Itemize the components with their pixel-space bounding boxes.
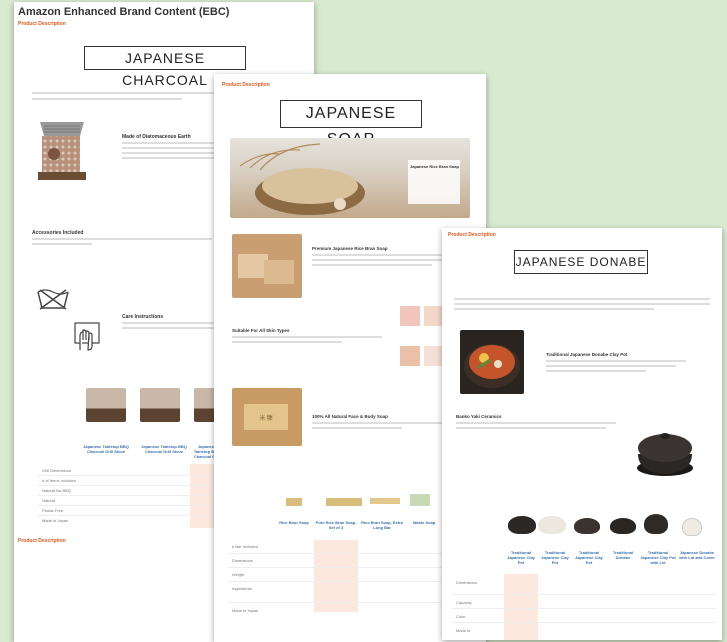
donabe-col-5: Traditional Japanese Clay Pot with Lid	[640, 550, 676, 565]
donabe-col-1: Traditional Japanese Clay Pot	[507, 550, 535, 565]
no-wash-icon	[36, 288, 70, 315]
charcoal-row-3: Natural No-BBQ	[42, 488, 71, 493]
charcoal-compare-image-2	[140, 388, 180, 422]
donabe-col-4: Traditional Donabe	[612, 550, 634, 560]
donabe-ebc-page: Product Description JAPANESE DONABE Trad…	[442, 228, 722, 640]
soap-bars-image	[232, 234, 302, 298]
soap-col-2: Pure Rice Bran Soap, Set of 3	[315, 520, 357, 530]
natural-soap-image: 米 糠	[232, 388, 302, 446]
charcoal-section-label: Product Description	[18, 21, 66, 27]
charcoal-row-4: Natural	[42, 498, 55, 503]
soap-feature1-title: Premium Japanese Rice Bran Soap	[312, 246, 388, 251]
charcoal-row-2: # of Items Included	[42, 478, 76, 483]
charcoal-title: JAPANESE CHARCOAL	[84, 46, 246, 88]
donabe-pot-image	[632, 424, 698, 483]
svg-text:米 糠: 米 糠	[259, 414, 273, 422]
donabe-title: JAPANESE DONABE	[514, 250, 648, 274]
charcoal-feature1-title: Made of Diatomaceous Earth	[122, 134, 191, 140]
soap-hero-caption: Japanese Rice Bran Soap	[410, 164, 459, 169]
soap-title: JAPANESE SOAP	[280, 100, 422, 148]
donabe-feature1-title: Traditional Japanese Donabe Clay Pot	[546, 352, 628, 357]
charcoal-row-5: Plastic Free	[42, 508, 64, 513]
soap-row-4: Ingredients	[232, 586, 252, 591]
charcoal-grill-image	[36, 114, 88, 184]
donabe-thumb-1	[508, 516, 536, 534]
donabe-row-3: Color	[456, 614, 466, 619]
donabe-feature2-title: Banko Yaki Ceramics	[456, 414, 502, 419]
charcoal-col-2: Japanese Tabletop BBQ Charcoal Grill Sto…	[141, 444, 187, 454]
donabe-thumb-6	[682, 518, 702, 536]
donabe-col-3: Traditional Japanese Clay Pot	[575, 550, 603, 565]
donabe-col-2: Traditional Japanese Clay Pot	[541, 550, 569, 565]
soap-row-3: Weight	[232, 572, 245, 577]
soap-row-5: Made in Japan	[232, 608, 259, 613]
soap-feature3-title: 100% All Natural Face & Body Soap	[312, 414, 388, 419]
donabe-thumb-5	[644, 514, 668, 534]
soap-row-2: Dimensions	[232, 558, 253, 563]
donabe-section-label: Product Description	[448, 232, 496, 238]
soap-row-1: # Bar Included	[232, 544, 258, 549]
charcoal-compare-image-1	[86, 388, 126, 422]
soap-section-label: Product Description	[222, 82, 270, 88]
charcoal-footer-label: Product Description	[18, 538, 66, 544]
donabe-row-2: Capacity	[456, 600, 472, 605]
rice-bran-hero-image	[230, 138, 470, 218]
donabe-thumb-2	[538, 516, 566, 534]
soap-col-3: Rice Bran Soap, Extra Long Bar	[361, 520, 403, 530]
charcoal-feature2-title: Accessories Included	[32, 230, 84, 236]
donabe-row-1: Dimensions	[456, 580, 477, 585]
charcoal-row-1: Grill Dimensions	[42, 468, 72, 473]
donabe-thumb-3	[574, 518, 600, 534]
ebc-heading: Amazon Enhanced Brand Content (EBC)	[18, 6, 230, 18]
hand-wipe-icon	[72, 320, 102, 359]
soap-col-4: Washi Soap	[412, 520, 436, 525]
charcoal-col-1: Japanese Tabletop BBQ Charcoal Grill Sto…	[83, 444, 129, 454]
charcoal-feature3-title: Care Instructions	[122, 314, 164, 320]
soap-feature2-title: Suitable For All Skin Types	[232, 328, 290, 333]
donabe-col-6: Japanese Donabe with Lid and Cover	[679, 550, 715, 560]
donabe-hotpot-image	[460, 330, 524, 394]
donabe-thumb-4	[610, 518, 636, 534]
charcoal-row-6: Made in Japan	[42, 518, 69, 523]
donabe-row-4: Made in	[456, 628, 471, 633]
soap-col-1: Rice Bran Soap	[279, 520, 309, 525]
